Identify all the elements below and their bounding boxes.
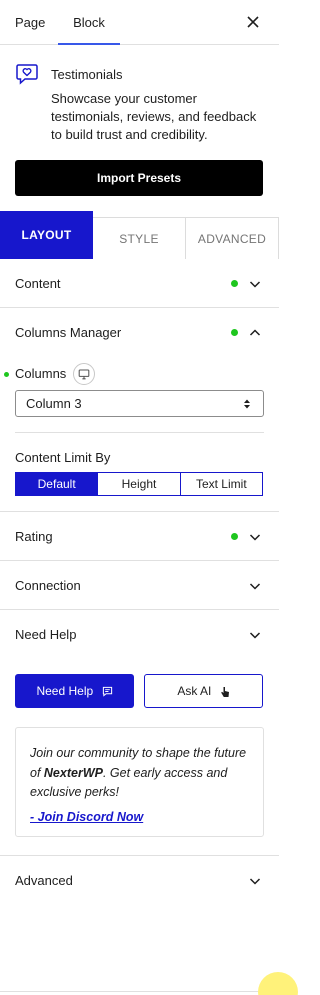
modified-indicator — [231, 329, 238, 336]
tab-block[interactable]: Block — [58, 0, 120, 45]
divider — [0, 991, 279, 992]
ask-ai-button-label: Ask AI — [177, 684, 212, 698]
settings-tabs: LAYOUT STYLE ADVANCED — [0, 211, 279, 259]
panel-columns-manager-label: Columns Manager — [15, 325, 122, 340]
content-limit-label: Content Limit By — [15, 450, 111, 465]
content-limit-default[interactable]: Default — [16, 473, 99, 495]
columns-select[interactable]: Column 3 — [15, 390, 264, 417]
chevron-down-icon — [249, 583, 261, 590]
panel-content: Content — [0, 259, 279, 308]
panel-connection-header[interactable]: Connection — [15, 576, 264, 596]
block-description: Showcase your customer testimonials, rev… — [51, 91, 257, 142]
panel-rating-label: Rating — [15, 529, 53, 544]
panel-rating: Rating — [0, 512, 279, 561]
desktop-icon — [78, 369, 90, 380]
tab-layout[interactable]: LAYOUT — [0, 211, 93, 259]
chevron-down-icon — [249, 281, 261, 288]
panel-need-help-label: Need Help — [15, 627, 77, 642]
tab-page[interactable]: Page — [15, 0, 45, 45]
community-box: Join our community to shape the future o… — [15, 727, 264, 837]
panel-need-help-header[interactable]: Need Help — [15, 625, 264, 645]
community-brand: NexterWP — [43, 765, 103, 780]
chevron-up-icon — [249, 329, 261, 336]
chevron-down-icon — [249, 534, 261, 541]
panel-columns-manager-header[interactable]: Columns Manager — [15, 323, 264, 343]
ask-ai-button[interactable]: Ask AI — [144, 674, 263, 708]
content-limit-text-limit[interactable]: Text Limit — [181, 473, 262, 495]
responsive-device-button[interactable] — [73, 363, 95, 385]
panel-advanced-label: Advanced — [15, 873, 73, 888]
tab-style[interactable]: STYLE — [93, 217, 186, 259]
chevron-down-icon — [249, 632, 261, 639]
close-icon[interactable] — [244, 13, 262, 31]
panel-rating-header[interactable]: Rating — [15, 527, 264, 547]
chevron-down-icon — [249, 878, 261, 885]
divider — [15, 432, 264, 433]
tab-advanced[interactable]: ADVANCED — [185, 217, 279, 259]
modified-indicator — [231, 280, 238, 287]
panel-advanced-header[interactable]: Advanced — [15, 871, 264, 891]
need-help-button[interactable]: Need Help — [15, 674, 134, 708]
modified-indicator — [231, 533, 238, 540]
import-presets-button[interactable]: Import Presets — [15, 160, 263, 196]
columns-modified-dot — [4, 372, 9, 377]
chat-icon — [102, 687, 112, 698]
panel-connection: Connection — [0, 561, 279, 610]
floating-assistant-button[interactable] — [258, 972, 298, 995]
content-limit-toggle: Default Height Text Limit — [15, 472, 263, 496]
panel-connection-label: Connection — [15, 578, 81, 593]
join-discord-link[interactable]: - Join Discord Now — [30, 808, 249, 828]
content-limit-height[interactable]: Height — [98, 473, 181, 495]
select-arrows-icon — [244, 399, 250, 409]
panel-advanced: Advanced — [0, 856, 279, 906]
block-title: Testimonials — [51, 67, 123, 82]
panel-content-header[interactable]: Content — [15, 274, 264, 294]
pointer-hand-icon — [220, 686, 229, 697]
panel-content-label: Content — [15, 276, 61, 291]
sidebar-header: Page Block — [0, 0, 279, 45]
columns-select-value: Column 3 — [26, 396, 82, 411]
need-help-button-label: Need Help — [36, 684, 94, 698]
heart-chat-icon — [16, 64, 38, 85]
columns-label: Columns — [15, 366, 67, 381]
